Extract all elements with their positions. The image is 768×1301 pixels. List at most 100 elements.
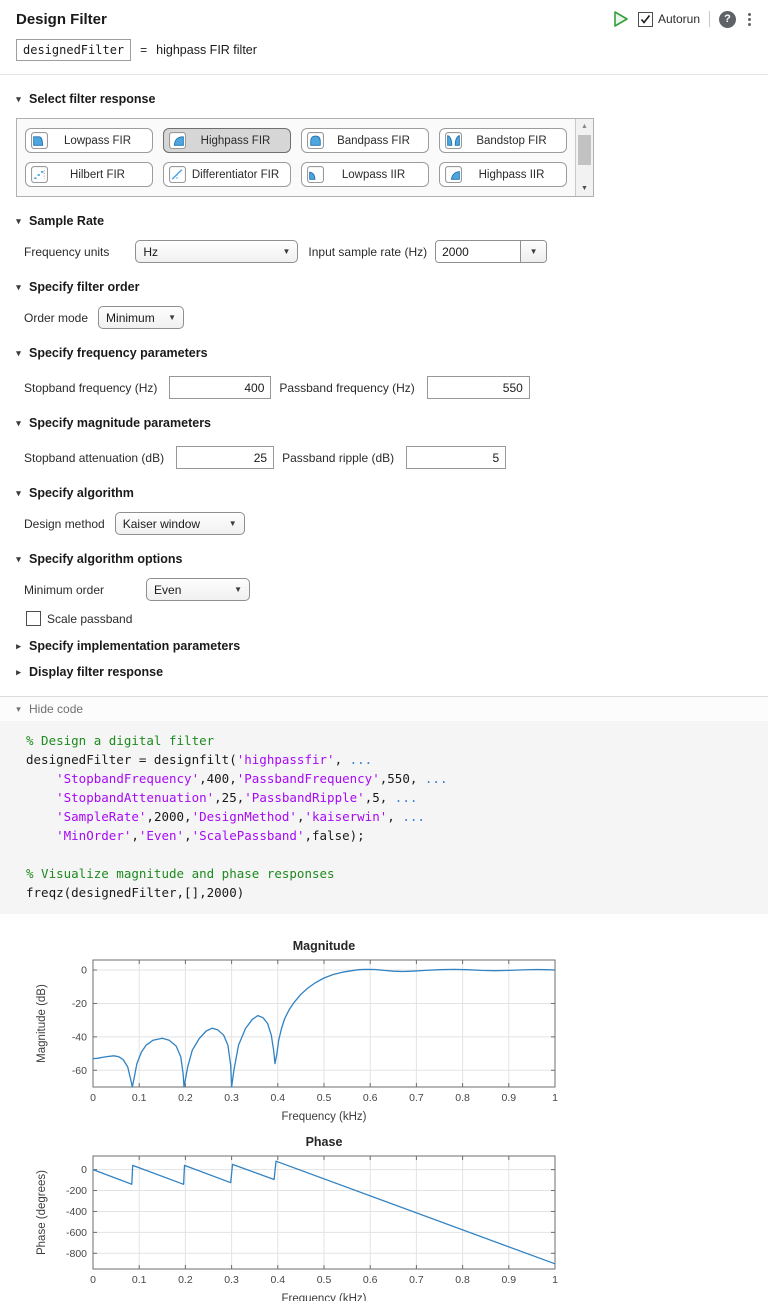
section-label: Specify frequency parameters <box>29 346 208 360</box>
task-header: Design Filter Autorun ? designedFilter = <box>0 0 768 75</box>
svg-text:0.1: 0.1 <box>132 1092 147 1104</box>
header-divider <box>709 11 710 27</box>
scrollbar-thumb[interactable] <box>578 135 591 165</box>
collapse-triangle-icon: ▾ <box>14 282 23 293</box>
svg-text:0.7: 0.7 <box>409 1092 424 1104</box>
passband-frequency-field[interactable] <box>427 376 530 399</box>
svg-text:0.4: 0.4 <box>270 1274 285 1286</box>
section-select-filter-response[interactable]: ▾ Select filter response <box>14 92 768 106</box>
svg-text:0.3: 0.3 <box>224 1092 239 1104</box>
gallery-scrollbar[interactable]: ▲ ▼ <box>575 119 593 196</box>
section-specify-implementation-parameters[interactable]: ▸ Specify implementation parameters <box>14 639 768 653</box>
stopband-frequency-label: Stopband frequency (Hz) <box>24 381 157 395</box>
svg-text:0: 0 <box>81 1164 87 1176</box>
gallery-item-differentiator-fir[interactable]: Differentiator FIR <box>163 162 291 187</box>
gallery-item-highpass-iir[interactable]: Highpass IIR <box>439 162 567 187</box>
svg-text:0.2: 0.2 <box>178 1274 193 1286</box>
design-method-dropdown[interactable]: Kaiser window ▼ <box>115 512 245 535</box>
section-sample-rate[interactable]: ▾ Sample Rate <box>14 214 768 228</box>
design-filter-task: Design Filter Autorun ? designedFilter = <box>0 0 768 1301</box>
section-label: Display filter response <box>29 665 163 679</box>
section-specify-algorithm[interactable]: ▾ Specify algorithm <box>14 486 768 500</box>
input-sample-rate-field[interactable] <box>436 241 520 262</box>
expand-triangle-icon: ▸ <box>14 667 23 678</box>
svg-text:Magnitude: Magnitude <box>293 939 356 953</box>
gallery-item-label: Highpass IIR <box>462 169 561 181</box>
lowpass-iir-icon <box>307 166 324 183</box>
hide-code-label: Hide code <box>29 702 83 716</box>
magnitude-chart: 00.10.20.30.40.50.60.70.80.910-20-40-60M… <box>18 938 618 1126</box>
overflow-menu-icon[interactable] <box>745 12 754 27</box>
hide-code-toggle[interactable]: ▾ Hide code <box>0 696 768 721</box>
passband-ripple-field[interactable] <box>406 446 506 469</box>
highpass-fir-icon <box>169 132 186 149</box>
frequency-units-dropdown[interactable]: Hz ▼ <box>135 240 298 263</box>
gallery-item-bandstop-fir[interactable]: Bandstop FIR <box>439 128 567 153</box>
svg-text:0.6: 0.6 <box>363 1092 378 1104</box>
collapse-triangle-icon: ▾ <box>14 704 23 715</box>
scroll-down-icon[interactable]: ▼ <box>576 181 593 196</box>
minimum-order-dropdown[interactable]: Even ▼ <box>146 578 250 601</box>
scroll-up-icon[interactable]: ▲ <box>576 119 593 134</box>
minimum-order-label: Minimum order <box>24 583 104 597</box>
check-icon <box>640 14 651 25</box>
svg-text:Frequency (kHz): Frequency (kHz) <box>282 1293 367 1301</box>
svg-text:-60: -60 <box>72 1065 87 1077</box>
gallery-item-lowpass-iir[interactable]: Lowpass IIR <box>301 162 429 187</box>
section-specify-filter-order[interactable]: ▾ Specify filter order <box>14 280 768 294</box>
gallery-item-label: Highpass FIR <box>186 135 285 147</box>
svg-text:0.2: 0.2 <box>178 1092 193 1104</box>
svg-text:Magnitude (dB): Magnitude (dB) <box>36 984 48 1063</box>
scale-passband-label: Scale passband <box>47 612 132 626</box>
svg-text:0.5: 0.5 <box>317 1274 332 1286</box>
help-icon[interactable]: ? <box>719 11 736 28</box>
svg-text:0.7: 0.7 <box>409 1274 424 1286</box>
stopband-attenuation-label: Stopband attenuation (dB) <box>24 451 164 465</box>
gallery-item-label: Lowpass FIR <box>48 135 147 147</box>
svg-text:0.5: 0.5 <box>317 1092 332 1104</box>
collapse-triangle-icon: ▾ <box>14 418 23 429</box>
section-label: Specify implementation parameters <box>29 639 240 653</box>
svg-text:0.8: 0.8 <box>455 1274 470 1286</box>
input-sample-rate-label: Input sample rate (Hz) <box>308 245 427 259</box>
autorun-checkbox[interactable] <box>638 12 653 27</box>
gallery-item-bandpass-fir[interactable]: Bandpass FIR <box>301 128 429 153</box>
section-label: Specify magnitude parameters <box>29 416 211 430</box>
section-label: Sample Rate <box>29 214 104 228</box>
filter-response-gallery: Lowpass FIR Highpass FIR Bandpass FIR Bands… <box>16 118 594 197</box>
gallery-item-highpass-fir[interactable]: Highpass FIR <box>163 128 291 153</box>
scale-passband-checkbox[interactable] <box>26 611 41 626</box>
design-method-label: Design method <box>24 517 105 531</box>
chevron-down-icon[interactable]: ▼ <box>520 241 546 262</box>
phase-chart: 00.10.20.30.40.50.60.70.80.910-200-400-6… <box>18 1136 618 1301</box>
svg-text:Phase: Phase <box>306 1136 343 1149</box>
gallery-item-label: Hilbert FIR <box>48 169 147 181</box>
output-variable-field[interactable]: designedFilter <box>16 39 131 61</box>
stopband-attenuation-field[interactable] <box>176 446 274 469</box>
section-display-filter-response[interactable]: ▸ Display filter response <box>14 665 768 679</box>
scrollbar-track[interactable] <box>578 134 591 181</box>
section-specify-magnitude-parameters[interactable]: ▾ Specify magnitude parameters <box>14 416 768 430</box>
input-sample-rate-combobox[interactable]: ▼ <box>435 240 547 263</box>
svg-text:1: 1 <box>552 1274 558 1286</box>
gallery-item-label: Bandpass FIR <box>324 135 423 147</box>
run-button-icon[interactable] <box>612 10 629 28</box>
equals-sign: = <box>140 43 147 57</box>
chevron-down-icon: ▼ <box>282 247 290 256</box>
passband-frequency-label: Passband frequency (Hz) <box>279 381 414 395</box>
svg-text:-200: -200 <box>66 1185 87 1197</box>
section-label: Specify algorithm options <box>29 552 183 566</box>
autorun-toggle[interactable]: Autorun <box>638 12 700 27</box>
page-title: Design Filter <box>16 11 107 28</box>
svg-text:0.4: 0.4 <box>270 1092 285 1104</box>
output-description: highpass FIR filter <box>156 43 257 57</box>
section-specify-frequency-parameters[interactable]: ▾ Specify frequency parameters <box>14 346 768 360</box>
stopband-frequency-field[interactable] <box>169 376 271 399</box>
order-mode-dropdown[interactable]: Minimum ▼ <box>98 306 184 329</box>
highpass-iir-icon <box>445 166 462 183</box>
gallery-item-lowpass-fir[interactable]: Lowpass FIR <box>25 128 153 153</box>
gallery-item-label: Differentiator FIR <box>186 169 285 181</box>
gallery-item-hilbert-fir[interactable]: Hilbert FIR <box>25 162 153 187</box>
section-specify-algorithm-options[interactable]: ▾ Specify algorithm options <box>14 552 768 566</box>
passband-ripple-label: Passband ripple (dB) <box>282 451 394 465</box>
